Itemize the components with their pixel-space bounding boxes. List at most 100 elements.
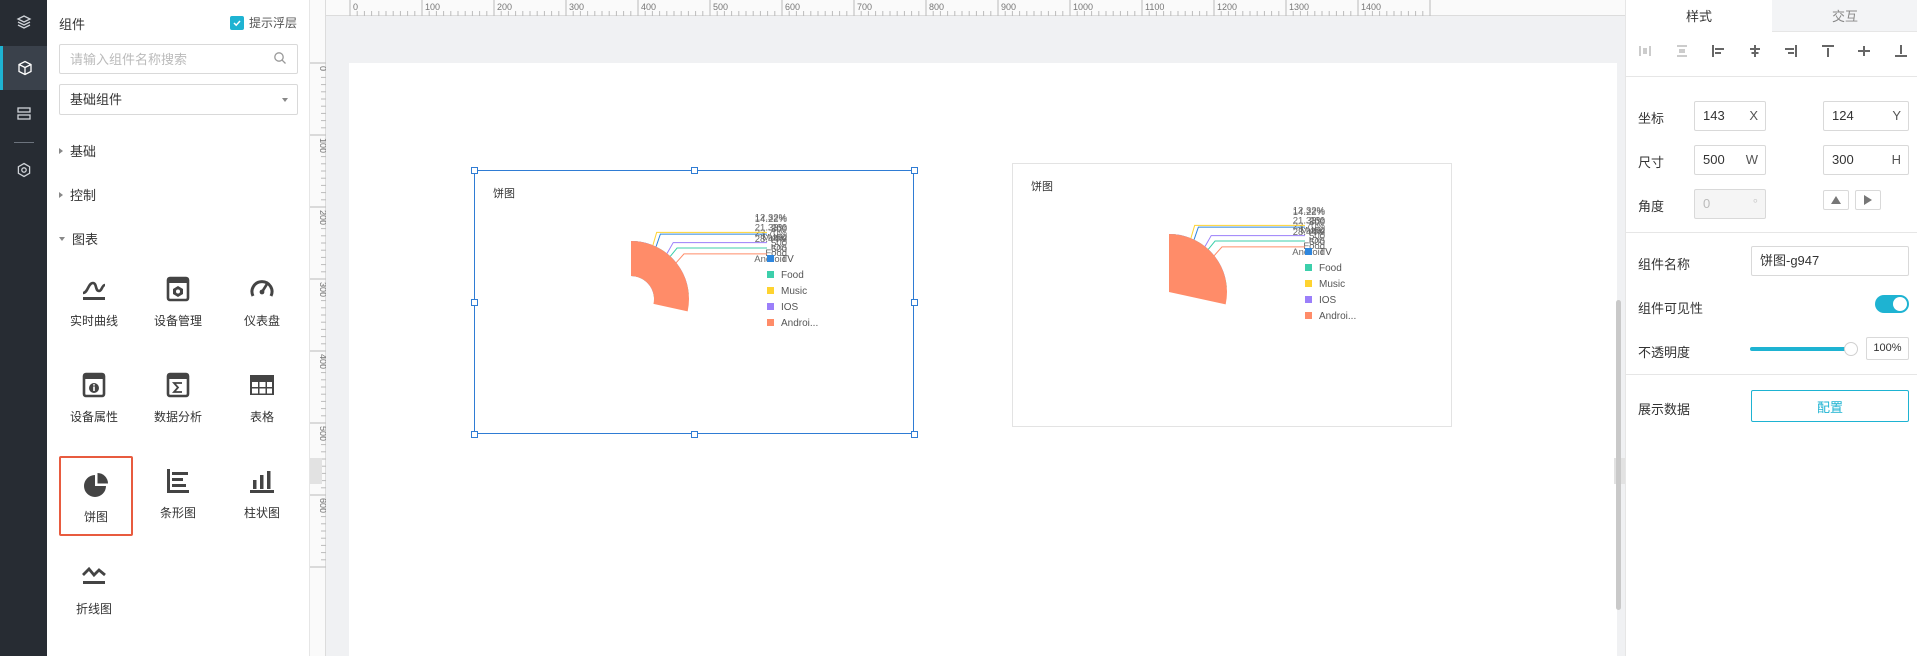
ruler-y-tick: 400: [318, 354, 326, 369]
angle-input[interactable]: 0 °: [1694, 189, 1766, 219]
comp-label: 数据分析: [153, 410, 202, 424]
ruler-y-tick: 200: [318, 210, 326, 225]
comp-label: 设备属性: [69, 410, 118, 424]
opacity-input[interactable]: 100%: [1866, 337, 1909, 360]
group-basic[interactable]: 基础: [59, 141, 96, 160]
legend-item-ios[interactable]: IOS: [1319, 295, 1337, 306]
align-bottom-icon[interactable]: [1894, 44, 1908, 58]
component-panel: 组件 提示浮层 基础组件 基础 控制 图表: [47, 0, 310, 656]
legend-item-food[interactable]: Food: [1319, 263, 1342, 274]
legend-item-tv[interactable]: TV: [781, 254, 794, 265]
comp-realtime-curve[interactable]: 实时曲线: [57, 262, 131, 340]
comp-pie-chart[interactable]: 饼图: [59, 456, 133, 536]
pie-slice-android[interactable]: [631, 241, 689, 312]
legend-item-android[interactable]: Androi...: [1319, 311, 1356, 322]
search-icon[interactable]: [273, 51, 287, 70]
legend-item-food[interactable]: Food: [781, 270, 804, 281]
icon-rail: [0, 0, 47, 656]
divider: [1626, 232, 1917, 233]
flip-horizontal-button[interactable]: [1855, 190, 1881, 210]
pie-leader-line: [655, 233, 767, 247]
caret-down-icon: [282, 98, 288, 102]
cube-icon[interactable]: [0, 46, 47, 90]
comp-column-chart[interactable]: 柱状图: [225, 454, 299, 532]
comp-data-analysis[interactable]: 数据分析: [141, 358, 215, 436]
flip-vertical-button[interactable]: [1823, 190, 1849, 210]
checkbox-checked-icon[interactable]: [229, 15, 244, 30]
resize-handle-ne[interactable]: [911, 167, 918, 174]
tab-interaction[interactable]: 交互: [1772, 0, 1917, 32]
tab-style[interactable]: 样式: [1626, 0, 1772, 32]
collapse-left-panel-handle[interactable]: [310, 458, 322, 484]
category-select[interactable]: 基础组件: [59, 84, 298, 115]
settings-icon[interactable]: [0, 148, 47, 192]
distribute-horizontal-icon[interactable]: [1638, 44, 1652, 58]
resize-handle-s[interactable]: [691, 431, 698, 438]
height-input[interactable]: 300 H: [1823, 145, 1909, 175]
comp-bar-chart[interactable]: 条形图: [141, 454, 215, 532]
resize-handle-sw[interactable]: [471, 431, 478, 438]
comp-line-chart[interactable]: 折线图: [57, 550, 131, 628]
group-basic-label: 基础: [70, 144, 97, 159]
comp-label: 仪表盘: [243, 314, 280, 328]
opacity-slider-track[interactable]: [1750, 347, 1848, 351]
comp-label: 柱状图: [243, 506, 280, 520]
group-control[interactable]: 控制: [59, 185, 96, 204]
component-name-input[interactable]: 饼图-g947: [1751, 246, 1909, 276]
y-unit: Y: [1892, 108, 1901, 123]
caret-right-icon: [59, 147, 63, 154]
legend-item-music[interactable]: Music: [781, 286, 807, 297]
ruler-x-tick: 600: [785, 2, 800, 12]
pie-chart-widget-selected[interactable]: 饼图 14.22% 300 TV 23.70% 500 Food 12.32% 260 Musi…: [474, 170, 914, 434]
data-analysis-icon: [164, 364, 192, 406]
align-top-icon[interactable]: [1821, 44, 1835, 58]
visibility-toggle[interactable]: [1875, 295, 1909, 313]
legend-item-tv[interactable]: TV: [1319, 247, 1332, 258]
legend-swatch: [767, 303, 774, 310]
resize-handle-n[interactable]: [691, 167, 698, 174]
comp-device-property[interactable]: 设备属性: [57, 358, 131, 436]
resize-handle-e[interactable]: [911, 299, 918, 306]
design-canvas[interactable]: 饼图 14.22% 300 TV 23.70% 500 Food 12.32% 260 Musi…: [310, 0, 1625, 656]
data-label: 展示数据: [1638, 402, 1691, 417]
comp-label: 折线图: [75, 602, 112, 616]
distribute-vertical-icon[interactable]: [1675, 44, 1689, 58]
legend-item-music[interactable]: Music: [1319, 279, 1345, 290]
resize-handle-nw[interactable]: [471, 167, 478, 174]
pie-slice-android[interactable]: [1169, 234, 1227, 305]
legend-item-ios[interactable]: IOS: [781, 302, 799, 313]
vertical-scrollbar[interactable]: [1616, 300, 1621, 610]
align-right-icon[interactable]: [1784, 44, 1798, 58]
layers-icon[interactable]: [0, 0, 47, 44]
group-chart[interactable]: 图表: [59, 229, 98, 248]
pie-chart-icon: [82, 464, 110, 506]
realtime-curve-icon: [80, 268, 108, 310]
size-label: 尺寸: [1638, 155, 1665, 170]
comp-gauge[interactable]: 仪表盘: [225, 262, 299, 340]
resize-handle-se[interactable]: [911, 431, 918, 438]
comp-device-manage[interactable]: 设备管理: [141, 262, 215, 340]
pie-chart-widget[interactable]: 饼图 14.22% 300 TV 23.70% 500 Food 12.32% 260 Musi…: [1012, 163, 1452, 427]
float-layer-option[interactable]: 提示浮层: [229, 14, 297, 31]
component-search-input[interactable]: [59, 44, 298, 74]
panel-title: 组件: [59, 17, 86, 32]
width-input[interactable]: 500 W: [1694, 145, 1766, 175]
y-input[interactable]: 124 Y: [1823, 101, 1909, 131]
resize-handle-w[interactable]: [471, 299, 478, 306]
align-middle-v-icon[interactable]: [1857, 44, 1871, 58]
align-left-icon[interactable]: [1711, 44, 1725, 58]
w-value: 500: [1703, 152, 1725, 167]
legend-item-android[interactable]: Androi...: [781, 318, 818, 329]
comp-label: 条形图: [159, 506, 196, 520]
config-button[interactable]: 配置: [1751, 390, 1909, 422]
comp-label: 饼图: [83, 510, 108, 524]
ruler-x-tick: 900: [1001, 2, 1016, 12]
ruler-y-tick: 0: [318, 66, 326, 71]
stack-icon[interactable]: [0, 92, 47, 136]
x-input[interactable]: 143 X: [1694, 101, 1766, 131]
ruler-y-tick: 600: [318, 498, 326, 513]
ruler-y-tick: 500: [318, 426, 326, 441]
align-center-h-icon[interactable]: [1748, 44, 1762, 58]
comp-table[interactable]: 表格: [225, 358, 299, 436]
opacity-slider-handle[interactable]: [1844, 342, 1858, 356]
